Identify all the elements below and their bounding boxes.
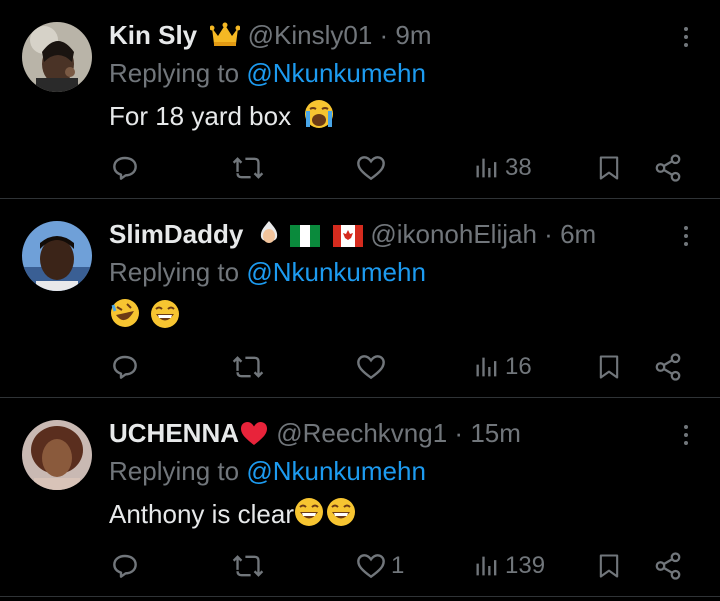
- more-options-icon[interactable]: [678, 418, 694, 452]
- display-name[interactable]: UCHENNA: [109, 418, 239, 448]
- tweet-text: Anthony is clear: [109, 496, 356, 536]
- display-name[interactable]: SlimDaddy: [109, 219, 243, 249]
- replying-to-link[interactable]: @Nkunkumehn: [246, 58, 426, 88]
- like-button[interactable]: 1: [355, 546, 404, 586]
- replying-to-line: Replying to @Nkunkumehn: [109, 454, 426, 488]
- views-icon: [476, 357, 497, 377]
- views-count: 139: [505, 552, 546, 579]
- views-count: 16: [505, 353, 532, 380]
- retweet-button[interactable]: [231, 347, 265, 387]
- retweet-button[interactable]: [231, 546, 265, 586]
- grinning-face-icon: [150, 299, 180, 338]
- red-heart-icon: [239, 420, 269, 454]
- heart-icon: [357, 156, 385, 181]
- grinning-face-icon: [326, 497, 356, 536]
- share-button[interactable]: [653, 148, 683, 188]
- views-count: 38: [505, 154, 532, 181]
- heart-icon: [357, 355, 385, 380]
- handle[interactable]: @Kinsly01: [248, 20, 373, 50]
- separator: ·: [544, 219, 553, 249]
- replying-prefix: Replying to: [109, 58, 240, 88]
- bookmark-icon: [599, 554, 619, 578]
- views-button[interactable]: 16: [473, 347, 532, 387]
- share-button[interactable]: [653, 546, 683, 586]
- replying-prefix: Replying to: [109, 257, 240, 287]
- flag-canada-icon: [333, 221, 364, 255]
- avatar[interactable]: [22, 420, 92, 490]
- like-button[interactable]: [355, 148, 391, 188]
- tweet-1[interactable]: Kin Sly @Kinsly01 · 9m Replying to @Nkun…: [0, 0, 720, 199]
- bookmark-button[interactable]: [595, 546, 623, 586]
- share-icon: [655, 154, 681, 182]
- handle[interactable]: @Reechkvng1: [276, 418, 447, 448]
- bookmark-button[interactable]: [595, 347, 623, 387]
- bookmark-icon: [599, 156, 619, 180]
- tweet-2[interactable]: SlimDaddy @ikonohElijah · 6m Replying to…: [0, 199, 720, 398]
- more-options-icon[interactable]: [678, 219, 694, 253]
- retweet-icon: [232, 157, 264, 179]
- timestamp[interactable]: 6m: [560, 219, 596, 249]
- heart-icon: [357, 554, 385, 579]
- replying-to-line: Replying to @Nkunkumehn: [109, 56, 426, 90]
- replying-to-link[interactable]: @Nkunkumehn: [246, 456, 426, 486]
- tweet-text: For 18 yard box: [109, 98, 334, 138]
- replying-prefix: Replying to: [109, 456, 240, 486]
- more-options-icon[interactable]: [678, 20, 694, 54]
- retweet-icon: [232, 356, 264, 378]
- display-name[interactable]: Kin Sly: [109, 20, 197, 50]
- share-icon: [655, 552, 681, 580]
- separator: ·: [379, 20, 389, 50]
- reply-button[interactable]: [109, 347, 141, 387]
- tweet-text-content: Anthony is clear: [109, 499, 294, 529]
- person-bald-icon: [257, 219, 281, 255]
- like-button[interactable]: [355, 347, 391, 387]
- tweet-text-content: For 18 yard box: [109, 101, 292, 131]
- avatar[interactable]: [22, 221, 92, 291]
- tweet-3[interactable]: UCHENNA @Reechkvng1 · 15m Replying to @N…: [0, 398, 720, 597]
- like-count: 1: [391, 552, 405, 579]
- crying-face-icon: [304, 99, 334, 138]
- replying-to-link[interactable]: @Nkunkumehn: [246, 257, 426, 287]
- avatar[interactable]: [22, 22, 92, 92]
- retweet-button[interactable]: [231, 148, 265, 188]
- reply-icon: [113, 554, 137, 578]
- bookmark-icon: [599, 355, 619, 379]
- share-icon: [655, 353, 681, 381]
- replying-to-line: Replying to @Nkunkumehn: [109, 255, 426, 289]
- reply-button[interactable]: [109, 148, 141, 188]
- timestamp[interactable]: 15m: [470, 418, 521, 448]
- rofl-face-icon: [109, 297, 141, 338]
- views-icon: [476, 158, 497, 178]
- views-button[interactable]: 139: [473, 546, 545, 586]
- separator: ·: [454, 418, 464, 448]
- tweet-text: [109, 297, 180, 338]
- views-icon: [476, 556, 497, 576]
- reply-icon: [113, 156, 137, 180]
- flag-nigeria-icon: [289, 221, 320, 255]
- grinning-face-icon: [294, 497, 324, 536]
- bookmark-button[interactable]: [595, 148, 623, 188]
- reply-icon: [113, 355, 137, 379]
- timestamp[interactable]: 9m: [395, 20, 431, 50]
- share-button[interactable]: [653, 347, 683, 387]
- handle[interactable]: @ikonohElijah: [370, 219, 537, 249]
- reply-button[interactable]: [109, 546, 141, 586]
- views-button[interactable]: 38: [473, 148, 532, 188]
- crown-icon: [209, 22, 241, 56]
- retweet-icon: [232, 555, 264, 577]
